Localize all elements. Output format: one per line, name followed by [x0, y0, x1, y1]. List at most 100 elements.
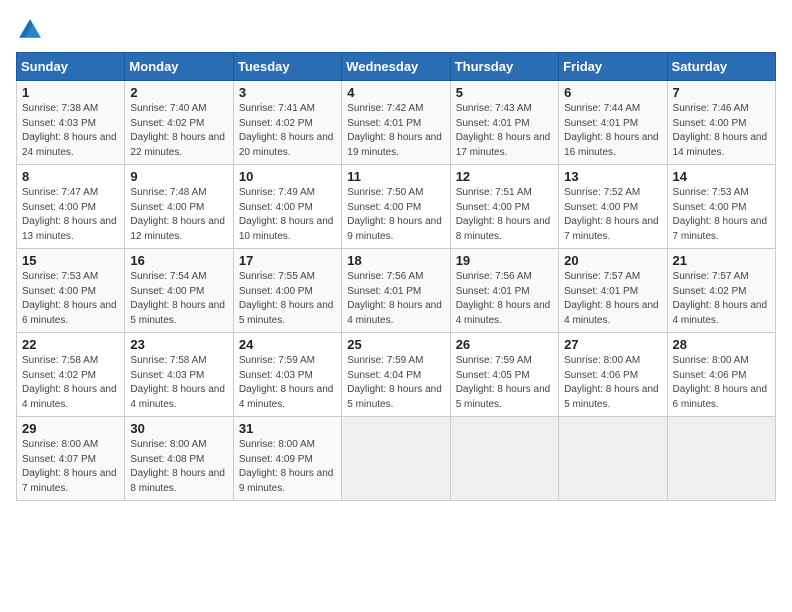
day-info: Sunrise: 7:55 AM Sunset: 4:00 PM Dayligh… — [239, 270, 336, 328]
sunset-label: Sunset: — [673, 286, 707, 297]
daylight-label: Daylight: — [456, 300, 495, 311]
calendar-cell: 29 Sunrise: 8:00 AM Sunset: 4:07 PM Dayl… — [17, 417, 125, 501]
day-info: Sunrise: 7:59 AM Sunset: 4:04 PM Dayligh… — [347, 354, 444, 412]
sunrise-label: Sunrise: — [456, 271, 493, 282]
sunrise-label: Sunrise: — [22, 271, 59, 282]
daylight-label: Daylight: — [239, 384, 278, 395]
calendar-cell: 10 Sunrise: 7:49 AM Sunset: 4:00 PM Dayl… — [233, 165, 341, 249]
calendar-cell: 15 Sunrise: 7:53 AM Sunset: 4:00 PM Dayl… — [17, 249, 125, 333]
sunset-label: Sunset: — [130, 118, 164, 129]
day-info: Sunrise: 7:42 AM Sunset: 4:01 PM Dayligh… — [347, 102, 444, 160]
calendar-cell: 30 Sunrise: 8:00 AM Sunset: 4:08 PM Dayl… — [125, 417, 233, 501]
sunrise-label: Sunrise: — [673, 103, 710, 114]
day-number: 4 — [347, 85, 444, 100]
sunset-label: Sunset: — [564, 118, 598, 129]
daylight-label: Daylight: — [239, 468, 278, 479]
sunrise-label: Sunrise: — [239, 103, 276, 114]
day-info: Sunrise: 7:51 AM Sunset: 4:00 PM Dayligh… — [456, 186, 553, 244]
daylight-label: Daylight: — [673, 300, 712, 311]
sunrise-label: Sunrise: — [130, 103, 167, 114]
calendar-cell: 2 Sunrise: 7:40 AM Sunset: 4:02 PM Dayli… — [125, 81, 233, 165]
day-number: 7 — [673, 85, 770, 100]
sunset-label: Sunset: — [130, 286, 164, 297]
daylight-label: Daylight: — [673, 132, 712, 143]
day-info: Sunrise: 8:00 AM Sunset: 4:07 PM Dayligh… — [22, 438, 119, 496]
day-number: 29 — [22, 421, 119, 436]
daylight-label: Daylight: — [564, 384, 603, 395]
day-number: 16 — [130, 253, 227, 268]
weekday-header-row: SundayMondayTuesdayWednesdayThursdayFrid… — [17, 53, 776, 81]
day-info: Sunrise: 7:41 AM Sunset: 4:02 PM Dayligh… — [239, 102, 336, 160]
weekday-header-wednesday: Wednesday — [342, 53, 450, 81]
daylight-label: Daylight: — [239, 216, 278, 227]
day-info: Sunrise: 7:46 AM Sunset: 4:00 PM Dayligh… — [673, 102, 770, 160]
sunset-label: Sunset: — [239, 286, 273, 297]
sunset-label: Sunset: — [347, 286, 381, 297]
daylight-label: Daylight: — [673, 216, 712, 227]
day-number: 5 — [456, 85, 553, 100]
sunset-label: Sunset: — [130, 454, 164, 465]
calendar-body: 1 Sunrise: 7:38 AM Sunset: 4:03 PM Dayli… — [17, 81, 776, 501]
calendar-header: SundayMondayTuesdayWednesdayThursdayFrid… — [17, 53, 776, 81]
calendar-cell: 3 Sunrise: 7:41 AM Sunset: 4:02 PM Dayli… — [233, 81, 341, 165]
calendar-cell: 14 Sunrise: 7:53 AM Sunset: 4:00 PM Dayl… — [667, 165, 775, 249]
day-number: 13 — [564, 169, 661, 184]
sunrise-label: Sunrise: — [130, 355, 167, 366]
sunset-label: Sunset: — [239, 202, 273, 213]
day-number: 19 — [456, 253, 553, 268]
calendar-cell — [559, 417, 667, 501]
sunset-label: Sunset: — [347, 202, 381, 213]
calendar-cell: 6 Sunrise: 7:44 AM Sunset: 4:01 PM Dayli… — [559, 81, 667, 165]
sunset-label: Sunset: — [239, 454, 273, 465]
sunrise-label: Sunrise: — [239, 355, 276, 366]
calendar-week-3: 15 Sunrise: 7:53 AM Sunset: 4:00 PM Dayl… — [17, 249, 776, 333]
sunset-label: Sunset: — [22, 370, 56, 381]
calendar-cell: 23 Sunrise: 7:58 AM Sunset: 4:03 PM Dayl… — [125, 333, 233, 417]
sunset-label: Sunset: — [673, 370, 707, 381]
calendar-cell: 22 Sunrise: 7:58 AM Sunset: 4:02 PM Dayl… — [17, 333, 125, 417]
day-info: Sunrise: 7:40 AM Sunset: 4:02 PM Dayligh… — [130, 102, 227, 160]
calendar-cell: 24 Sunrise: 7:59 AM Sunset: 4:03 PM Dayl… — [233, 333, 341, 417]
day-info: Sunrise: 7:57 AM Sunset: 4:02 PM Dayligh… — [673, 270, 770, 328]
logo — [16, 16, 48, 44]
day-info: Sunrise: 7:58 AM Sunset: 4:03 PM Dayligh… — [130, 354, 227, 412]
sunset-label: Sunset: — [130, 202, 164, 213]
weekday-header-tuesday: Tuesday — [233, 53, 341, 81]
calendar-cell: 17 Sunrise: 7:55 AM Sunset: 4:00 PM Dayl… — [233, 249, 341, 333]
calendar-cell: 28 Sunrise: 8:00 AM Sunset: 4:06 PM Dayl… — [667, 333, 775, 417]
day-info: Sunrise: 8:00 AM Sunset: 4:06 PM Dayligh… — [564, 354, 661, 412]
page-header — [16, 16, 776, 44]
daylight-label: Daylight: — [456, 132, 495, 143]
day-number: 25 — [347, 337, 444, 352]
sunrise-label: Sunrise: — [564, 271, 601, 282]
day-number: 23 — [130, 337, 227, 352]
sunset-label: Sunset: — [456, 286, 490, 297]
weekday-header-thursday: Thursday — [450, 53, 558, 81]
sunset-label: Sunset: — [564, 370, 598, 381]
day-number: 31 — [239, 421, 336, 436]
sunrise-label: Sunrise: — [130, 439, 167, 450]
calendar-cell: 16 Sunrise: 7:54 AM Sunset: 4:00 PM Dayl… — [125, 249, 233, 333]
day-info: Sunrise: 7:57 AM Sunset: 4:01 PM Dayligh… — [564, 270, 661, 328]
daylight-label: Daylight: — [673, 384, 712, 395]
calendar-cell: 31 Sunrise: 8:00 AM Sunset: 4:09 PM Dayl… — [233, 417, 341, 501]
calendar-cell: 1 Sunrise: 7:38 AM Sunset: 4:03 PM Dayli… — [17, 81, 125, 165]
sunset-label: Sunset: — [347, 370, 381, 381]
calendar-cell: 25 Sunrise: 7:59 AM Sunset: 4:04 PM Dayl… — [342, 333, 450, 417]
calendar-cell: 19 Sunrise: 7:56 AM Sunset: 4:01 PM Dayl… — [450, 249, 558, 333]
day-info: Sunrise: 7:48 AM Sunset: 4:00 PM Dayligh… — [130, 186, 227, 244]
weekday-header-monday: Monday — [125, 53, 233, 81]
day-number: 3 — [239, 85, 336, 100]
day-number: 30 — [130, 421, 227, 436]
sunset-label: Sunset: — [130, 370, 164, 381]
daylight-label: Daylight: — [347, 216, 386, 227]
calendar-cell: 26 Sunrise: 7:59 AM Sunset: 4:05 PM Dayl… — [450, 333, 558, 417]
weekday-header-friday: Friday — [559, 53, 667, 81]
daylight-label: Daylight: — [22, 300, 61, 311]
calendar-week-4: 22 Sunrise: 7:58 AM Sunset: 4:02 PM Dayl… — [17, 333, 776, 417]
daylight-label: Daylight: — [130, 132, 169, 143]
calendar-table: SundayMondayTuesdayWednesdayThursdayFrid… — [16, 52, 776, 501]
daylight-label: Daylight: — [22, 384, 61, 395]
day-number: 28 — [673, 337, 770, 352]
calendar-cell: 20 Sunrise: 7:57 AM Sunset: 4:01 PM Dayl… — [559, 249, 667, 333]
